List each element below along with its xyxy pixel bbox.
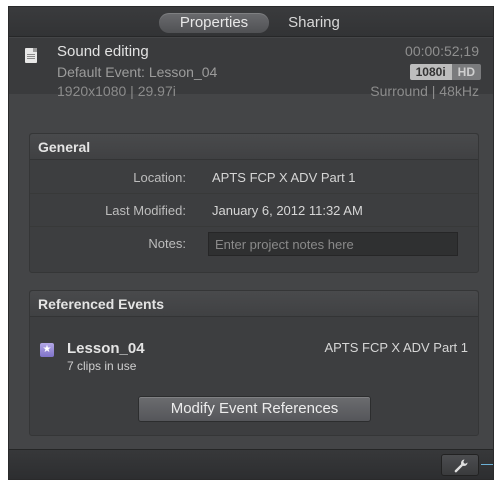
referenced-events-title: Referenced Events xyxy=(30,291,478,317)
hd-badge: HD xyxy=(451,64,481,80)
notes-row: Notes: xyxy=(30,227,478,260)
project-summary: Sound editing Default Event: Lesson_04 1… xyxy=(9,38,493,99)
project-duration: 00:00:52;19 xyxy=(405,43,479,59)
tab-properties[interactable]: Properties xyxy=(159,13,269,33)
inspector-bottom-bar xyxy=(9,449,493,479)
event-library: APTS FCP X ADV Part 1 xyxy=(324,340,468,355)
modify-event-references-button[interactable]: Modify Event References xyxy=(138,396,371,422)
general-section-title: General xyxy=(30,134,478,160)
resolution-badge: 1080i xyxy=(409,64,452,80)
location-label: Location: xyxy=(133,170,186,185)
project-video-format: 1920x1080 | 29.97i xyxy=(57,83,176,99)
location-row: Location: APTS FCP X ADV Part 1 xyxy=(30,161,478,194)
referenced-events-section: Referenced Events ★ Lesson_04 7 clips in… xyxy=(29,290,479,436)
notes-input[interactable] xyxy=(208,232,458,256)
event-clips-count: 7 clips in use xyxy=(67,359,137,373)
inspector-panel: Properties Sharing Sound editing Default… xyxy=(8,6,494,480)
star-event-icon: ★ xyxy=(40,343,54,357)
last-modified-row: Last Modified: January 6, 2012 11:32 AM xyxy=(30,194,478,227)
document-icon xyxy=(25,48,37,63)
format-badges: 1080i HD xyxy=(409,64,481,80)
general-section: General Location: APTS FCP X ADV Part 1 … xyxy=(29,133,479,273)
inspector-tab-bar: Properties Sharing xyxy=(9,7,493,37)
last-modified-label: Last Modified: xyxy=(105,203,186,218)
location-value: APTS FCP X ADV Part 1 xyxy=(212,170,356,185)
wrench-button[interactable] xyxy=(441,454,479,476)
last-modified-value: January 6, 2012 11:32 AM xyxy=(212,203,363,218)
event-name: Lesson_04 xyxy=(67,340,145,357)
notes-label: Notes: xyxy=(148,236,186,251)
panel-edge-indicator xyxy=(481,464,493,465)
project-audio-format: Surround | 48kHz xyxy=(370,83,479,99)
wrench-icon xyxy=(454,459,468,473)
project-name: Sound editing xyxy=(57,43,149,60)
project-default-event: Default Event: Lesson_04 xyxy=(57,64,218,80)
tab-sharing[interactable]: Sharing xyxy=(279,13,349,33)
